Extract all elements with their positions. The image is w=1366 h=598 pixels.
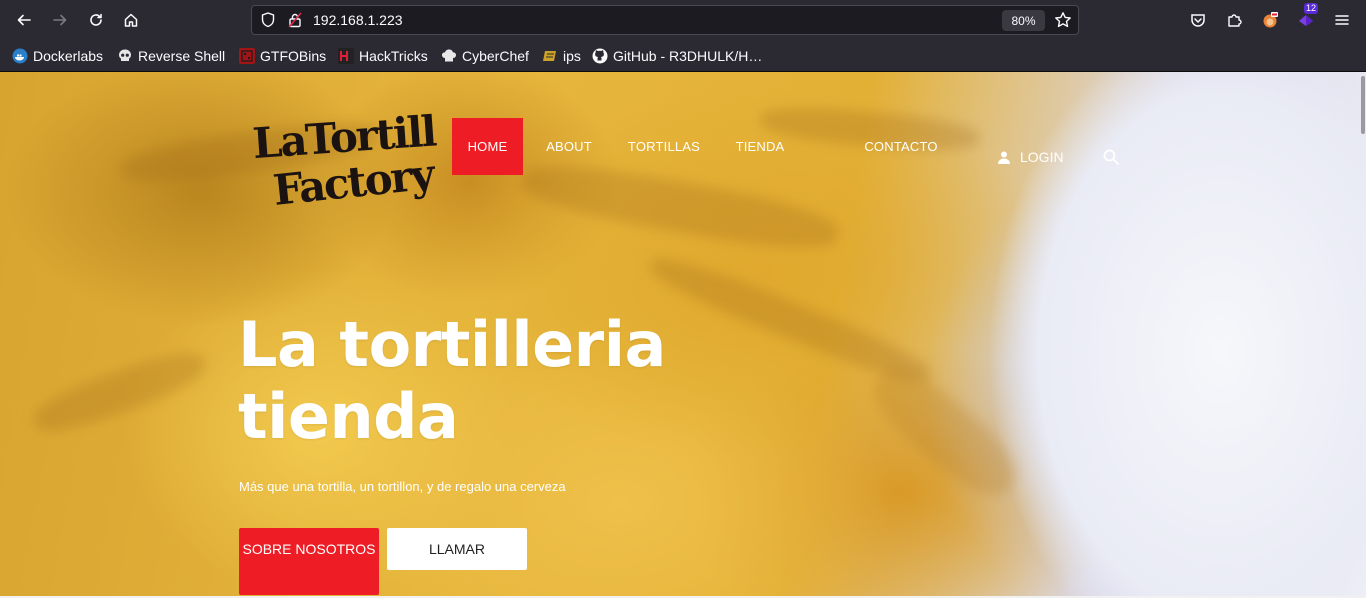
foxyproxy-extension-button[interactable] — [1258, 8, 1282, 32]
hero-title-line2: tienda — [238, 380, 459, 453]
user-icon — [998, 151, 1010, 164]
search-icon[interactable] — [1103, 149, 1119, 165]
hacktricks-icon — [338, 48, 354, 64]
pocket-icon — [1191, 14, 1205, 27]
nav-home[interactable]: HOME — [452, 118, 523, 175]
forward-button[interactable] — [48, 8, 72, 32]
docker-whale-icon — [12, 48, 28, 64]
bookmarks-toolbar: Dockerlabs Reverse Shell GTFOBins HackTr… — [0, 40, 1366, 72]
login-link[interactable]: LOGIN — [998, 149, 1064, 165]
bookmark-gtfobins[interactable]: GTFOBins — [239, 47, 326, 65]
about-us-button[interactable]: SOBRE NOSOTROS — [239, 528, 379, 595]
gtfobins-icon — [239, 48, 255, 64]
hamburger-menu-icon — [1335, 15, 1349, 25]
reload-button[interactable] — [84, 8, 108, 32]
zoom-level-button[interactable]: 80% — [1002, 10, 1045, 31]
chef-hat-icon — [441, 48, 457, 64]
page-viewport: LaTortilla Factory HOME ABOUT TORTILLAS … — [0, 72, 1366, 596]
bookmark-label: HackTricks — [359, 48, 428, 64]
arrow-left-icon — [17, 14, 31, 26]
bookmark-label: Dockerlabs — [33, 48, 104, 64]
ips-icon — [542, 48, 558, 64]
bookmark-hacktricks[interactable]: HackTricks — [338, 47, 428, 65]
nav-tortillas[interactable]: TORTILLAS — [620, 118, 708, 175]
extensions-button[interactable] — [1222, 8, 1246, 32]
bookmark-star-icon[interactable] — [1054, 11, 1072, 29]
hero-title: La tortilleria tienda — [238, 309, 798, 453]
bookmark-label: ips — [563, 48, 581, 64]
bookmark-label: Reverse Shell — [138, 48, 226, 64]
arrow-right-icon — [53, 14, 67, 26]
reload-icon — [90, 13, 102, 26]
page-scrollbar[interactable] — [1360, 72, 1366, 596]
bookmark-cyberchef[interactable]: CyberChef — [441, 47, 529, 65]
url-text[interactable]: 192.168.1.223 — [313, 12, 403, 28]
site-logo[interactable]: LaTortilla Factory — [251, 94, 463, 215]
puzzle-icon — [1228, 14, 1242, 27]
back-button[interactable] — [12, 8, 36, 32]
nav-contacto[interactable]: CONTACTO — [852, 118, 950, 175]
bookmark-ips[interactable]: ips — [542, 47, 581, 65]
home-button[interactable] — [119, 8, 143, 32]
home-icon — [124, 13, 138, 27]
extension-with-badge-button[interactable]: 12 — [1294, 3, 1319, 32]
hero-subtitle: Más que una tortilla, un tortillon, y de… — [239, 479, 566, 494]
hero-title-line1: La tortilleria — [238, 308, 666, 381]
scrollbar-thumb[interactable] — [1361, 76, 1365, 134]
fox-icon — [1263, 12, 1278, 28]
pocket-button[interactable] — [1186, 8, 1210, 32]
bookmark-label: GTFOBins — [260, 48, 327, 64]
bookmark-label: GitHub - R3DHULK/H… — [613, 48, 763, 64]
bookmark-dockerlabs[interactable]: Dockerlabs — [12, 47, 103, 65]
extension-badge: 12 — [1304, 3, 1319, 14]
github-icon — [592, 48, 608, 64]
bookmark-github[interactable]: GitHub - R3DHULK/H… — [592, 47, 762, 65]
login-label: LOGIN — [1020, 149, 1064, 165]
insecure-lock-icon[interactable] — [286, 11, 304, 29]
app-menu-button[interactable] — [1330, 8, 1354, 32]
skull-icon — [117, 48, 133, 64]
nav-tienda[interactable]: TIENDA — [724, 118, 796, 175]
bookmark-label: CyberChef — [462, 48, 529, 64]
address-bar[interactable]: 192.168.1.223 80% — [251, 5, 1079, 35]
shield-icon[interactable] — [259, 11, 277, 29]
bookmark-reverse-shell[interactable]: Reverse Shell — [117, 47, 225, 65]
nav-about[interactable]: ABOUT — [534, 118, 604, 175]
browser-toolbar: 192.168.1.223 80% 12 — [0, 0, 1366, 40]
call-button[interactable]: LLAMAR — [387, 528, 527, 570]
